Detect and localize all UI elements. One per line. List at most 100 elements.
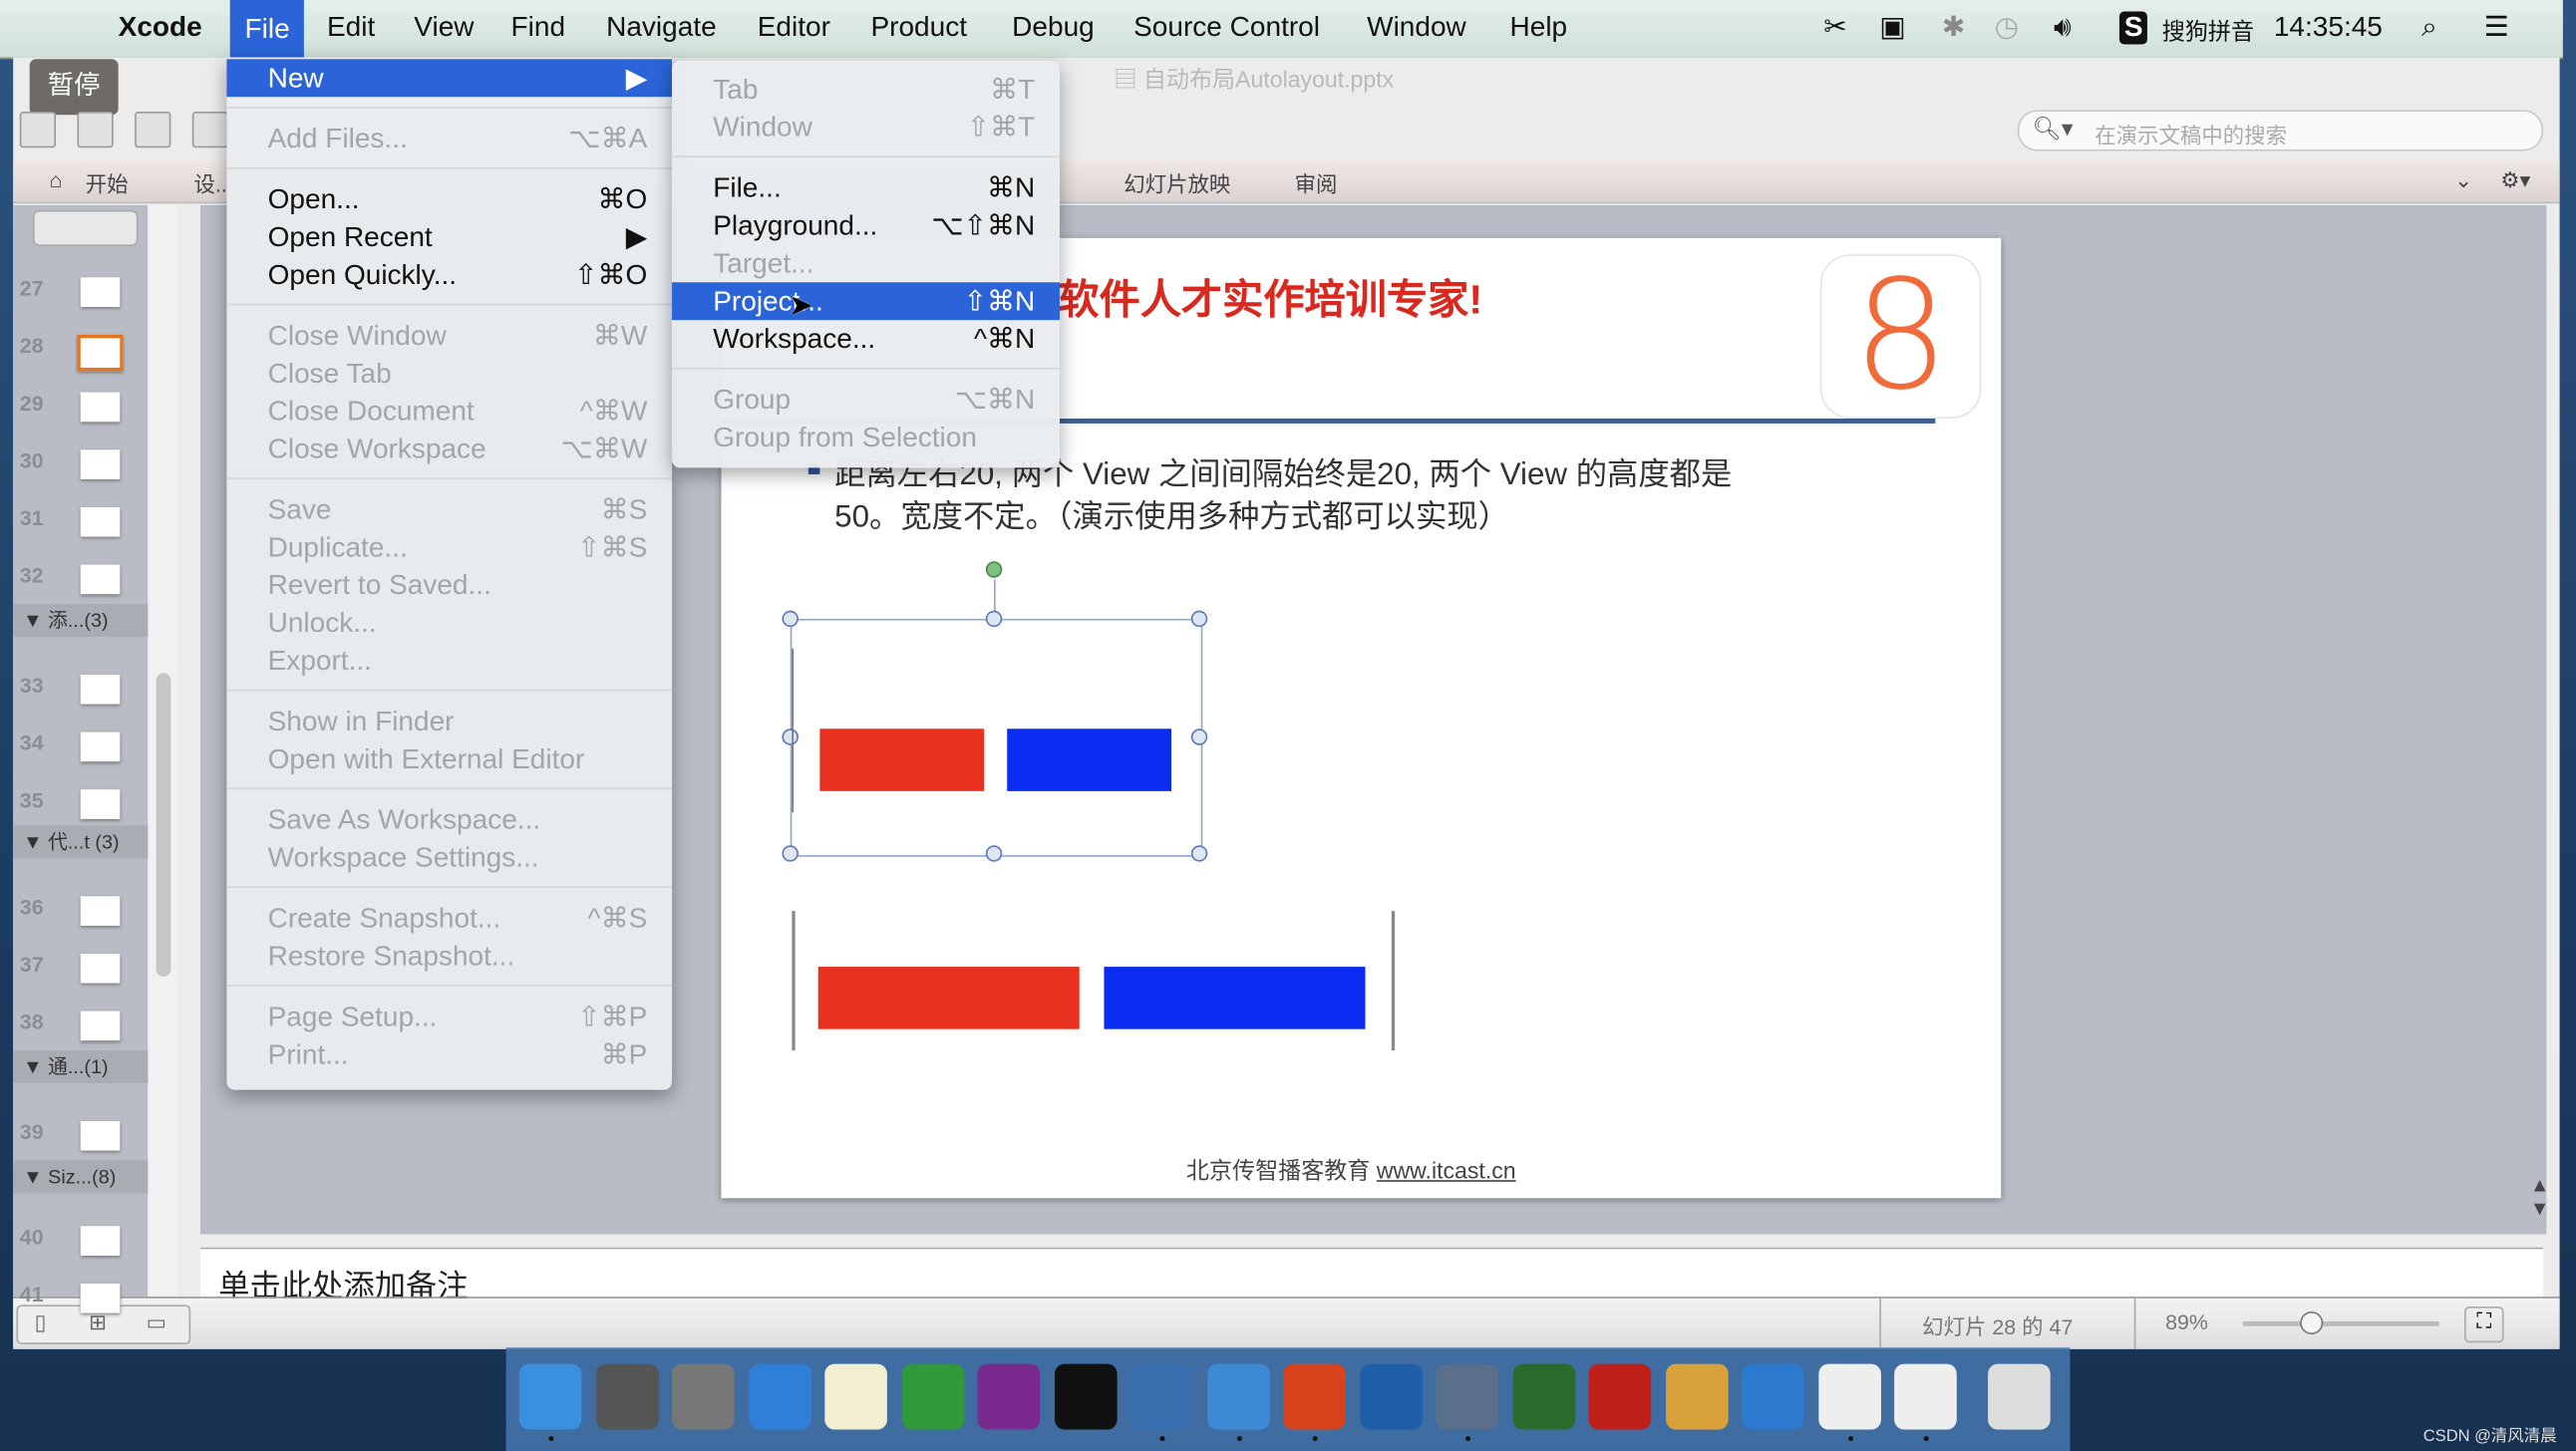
safari-icon[interactable] <box>748 1363 811 1430</box>
menu-item-group-from-selection[interactable]: Group from Selection <box>672 419 1060 456</box>
powerpoint-icon[interactable] <box>1283 1363 1346 1430</box>
sogou-icon[interactable]: S <box>2118 11 2148 45</box>
save-icon[interactable] <box>191 111 229 148</box>
menu-item-revert-to-saved[interactable]: Revert to Saved... <box>226 566 672 604</box>
menu-item-save[interactable]: Save ⌘S <box>226 490 672 528</box>
open-icon[interactable] <box>135 111 171 148</box>
slide-stepper-icon[interactable]: ▲ ▼ <box>2530 1174 2550 1220</box>
slide-thumbnail[interactable] <box>80 277 121 307</box>
launchpad-icon[interactable] <box>672 1363 735 1430</box>
finder-icon[interactable] <box>518 1363 582 1430</box>
resize-handle[interactable] <box>782 845 799 862</box>
menu-edit[interactable]: Edit <box>327 12 375 45</box>
view-toggle[interactable] <box>32 209 139 247</box>
resize-handle[interactable] <box>985 610 1003 628</box>
menu-item-project[interactable]: Project... ⇧⌘N <box>672 282 1060 321</box>
menu-item-new[interactable]: New ▶ <box>226 59 673 98</box>
menu-navigate[interactable]: Navigate <box>606 12 717 45</box>
blue-view-wide[interactable] <box>1104 967 1366 1029</box>
grid-view-icon[interactable]: ⊞ <box>89 1309 107 1335</box>
red-view[interactable] <box>819 728 985 791</box>
camera-icon[interactable]: ▣ <box>1879 12 1905 45</box>
slide-title[interactable]: 软件人才实作培训专家! <box>1058 267 1482 326</box>
section-header[interactable]: ▼ 通...(1) <box>13 1050 149 1084</box>
disclosure-triangle-icon[interactable]: ▼ <box>23 609 48 632</box>
zoom-level[interactable]: 89% <box>2165 1309 2208 1334</box>
resize-handle[interactable] <box>782 728 799 745</box>
menu-item-close-workspace[interactable]: Close Workspace ⌥⌘W <box>226 431 672 468</box>
menu-item-close-window[interactable]: Close Window ⌘W <box>226 317 672 355</box>
menu-item-close-document[interactable]: Close Document ^⌘W <box>226 393 672 431</box>
slide-thumbnail[interactable] <box>80 1226 121 1256</box>
resize-handle[interactable] <box>1190 728 1208 745</box>
gear-icon[interactable]: ⚙▾ <box>2500 167 2530 193</box>
menu-item-open-recent[interactable]: Open Recent ▶ <box>226 218 672 256</box>
ftp-icon[interactable] <box>1511 1363 1575 1430</box>
menu-source-control[interactable]: Source Control <box>1133 12 1320 45</box>
slide-thumbnail[interactable] <box>80 1011 121 1041</box>
menu-item-file[interactable]: File... ⌘N <box>672 169 1060 207</box>
menu-item-show-in-finder[interactable]: Show in Finder <box>226 703 672 740</box>
clock[interactable]: 14:35:45 <box>2274 12 2383 45</box>
trash-icon[interactable] <box>1987 1363 2050 1430</box>
tab-home[interactable]: 开始 <box>86 167 129 198</box>
red-view-wide[interactable] <box>817 967 1080 1029</box>
document-b-icon[interactable] <box>1894 1363 1957 1430</box>
resize-handle[interactable] <box>782 610 799 628</box>
rotation-handle[interactable] <box>985 561 1003 578</box>
menu-item-create-snapshot[interactable]: Create Snapshot... ^⌘S <box>226 900 672 938</box>
slide-thumbnail[interactable] <box>80 731 121 762</box>
menu-debug[interactable]: Debug <box>1012 12 1095 45</box>
menu-item-open[interactable]: Open... ⌘O <box>226 180 672 218</box>
search-icon[interactable]: 🔍︎▾ <box>2033 115 2074 143</box>
menu-item-window[interactable]: Window ⇧⌘T <box>672 109 1060 146</box>
notes-icon[interactable] <box>824 1363 887 1430</box>
templates-icon[interactable] <box>77 111 114 148</box>
zoom-slider-knob[interactable] <box>2299 1310 2323 1335</box>
chevron-down-icon[interactable]: ⌄ <box>2454 167 2472 193</box>
section-header[interactable]: ▼ 代...t (3) <box>13 825 149 859</box>
system-preferences-icon[interactable] <box>595 1363 659 1430</box>
menu-item-save-as-workspace[interactable]: Save As Workspace... <box>226 801 672 839</box>
slide-thumbnail[interactable] <box>80 1120 121 1151</box>
menu-item-close-tab[interactable]: Close Tab <box>226 355 672 393</box>
menu-product[interactable]: Product <box>870 12 967 45</box>
menu-help[interactable]: Help <box>1510 12 1568 45</box>
onenote-icon[interactable] <box>977 1363 1041 1430</box>
sidebar-scroll-thumb[interactable] <box>156 673 171 977</box>
menu-item-add-files[interactable]: Add Files... ⌥⌘A <box>226 120 672 157</box>
blue-view[interactable] <box>1007 728 1172 791</box>
resize-handle[interactable] <box>1190 845 1208 862</box>
footer-link[interactable]: www.itcast.cn <box>1377 1157 1516 1183</box>
notification-center-icon[interactable]: ☰ <box>2484 12 2509 45</box>
menu-find[interactable]: Find <box>511 12 566 45</box>
menu-view[interactable]: View <box>414 12 474 45</box>
slide-thumbnail[interactable] <box>80 674 121 705</box>
menu-window[interactable]: Window <box>1367 12 1466 45</box>
document-a-icon[interactable] <box>1817 1363 1881 1430</box>
menu-item-workspace[interactable]: Workspace... ^⌘N <box>672 320 1060 358</box>
screenshot-icon[interactable] <box>1359 1363 1423 1430</box>
menu-item-export[interactable]: Export... <box>226 642 672 680</box>
xcode-icon[interactable] <box>1129 1363 1193 1430</box>
notes-pane[interactable]: 单击此处添加备注 <box>200 1247 2544 1305</box>
pages-draw-icon[interactable] <box>1665 1363 1728 1430</box>
filezilla-icon[interactable] <box>1588 1363 1652 1430</box>
slide-thumbnail[interactable] <box>80 506 121 537</box>
pause-button[interactable]: 暂停 <box>29 59 119 116</box>
time-machine-icon[interactable]: ◷ <box>1995 12 2019 45</box>
menu-file[interactable]: File <box>229 0 305 58</box>
bluetooth-icon[interactable]: ✱ <box>1942 12 1965 45</box>
resize-handle[interactable] <box>985 845 1003 862</box>
disclosure-triangle-icon[interactable]: ▼ <box>23 830 48 853</box>
slide-thumbnail[interactable] <box>80 1283 121 1313</box>
slide-thumbnail[interactable] <box>80 953 121 984</box>
terminal-icon[interactable] <box>1054 1363 1117 1430</box>
tab-review[interactable]: 审阅 <box>1295 167 1338 198</box>
presenter-view-icon[interactable]: ▭ <box>147 1309 166 1335</box>
spotlight-icon[interactable]: ⌕ <box>2421 12 2437 45</box>
menu-item-workspace-settings[interactable]: Workspace Settings... <box>226 839 672 877</box>
scissors-icon[interactable]: ✂ <box>1823 12 1846 45</box>
simulator-icon[interactable] <box>1206 1363 1270 1430</box>
volume-icon[interactable]: 🔊︎ <box>2054 12 2072 45</box>
